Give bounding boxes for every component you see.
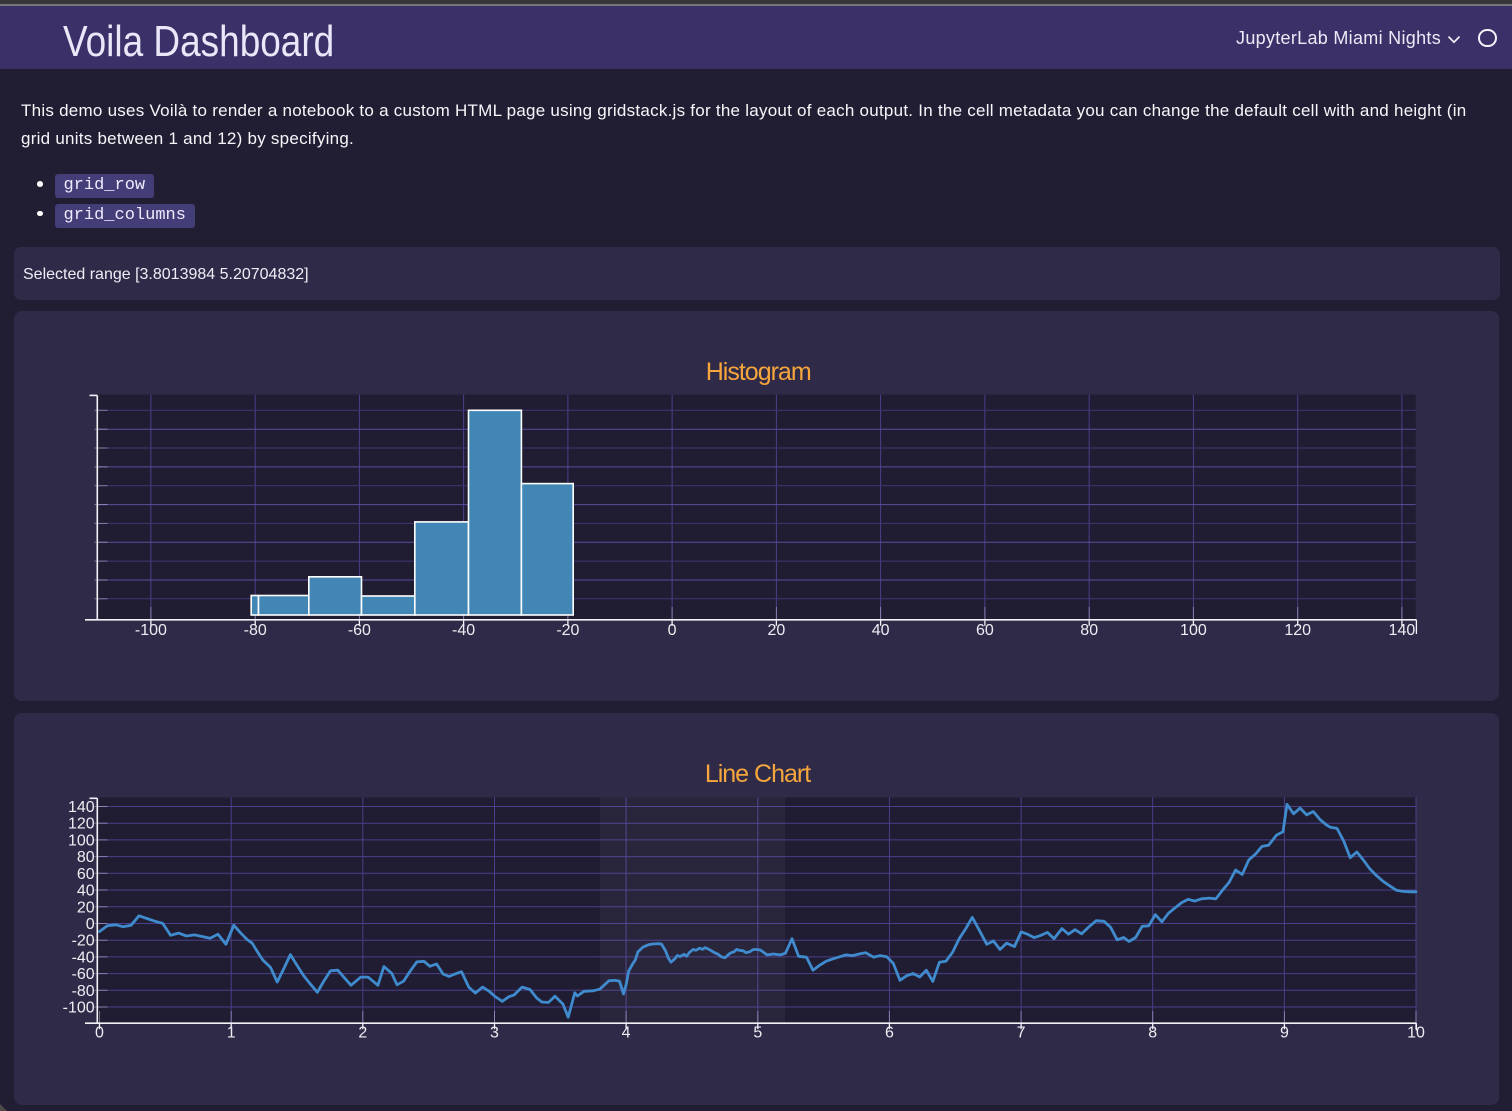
svg-text:8: 8 [1148,1025,1157,1042]
svg-text:-80: -80 [244,622,267,639]
svg-text:4: 4 [622,1025,631,1042]
svg-text:0: 0 [86,916,95,933]
svg-text:3: 3 [490,1025,499,1042]
svg-text:60: 60 [77,866,95,883]
svg-text:-100: -100 [135,622,167,639]
svg-text:-20: -20 [72,933,95,950]
svg-text:-60: -60 [72,966,95,983]
svg-text:6: 6 [885,1025,894,1042]
svg-text:-60: -60 [348,622,371,639]
svg-text:20: 20 [768,622,786,639]
svg-text:10: 10 [1407,1025,1425,1042]
svg-text:-40: -40 [452,622,475,639]
svg-text:120: 120 [1284,622,1311,639]
svg-text:0: 0 [95,1025,104,1042]
svg-text:-80: -80 [72,983,95,1000]
svg-text:-20: -20 [556,622,579,639]
svg-text:140: 140 [1389,622,1416,639]
svg-text:7: 7 [1017,1025,1026,1042]
svg-text:40: 40 [872,622,890,639]
svg-text:80: 80 [1080,622,1098,639]
svg-text:2: 2 [358,1025,367,1042]
svg-text:120: 120 [68,816,95,833]
svg-text:140: 140 [68,799,95,816]
svg-text:80: 80 [77,849,95,866]
svg-text:20: 20 [77,899,95,916]
svg-text:Histogram: Histogram [706,358,811,386]
svg-text:5: 5 [753,1025,762,1042]
svg-text:9: 9 [1280,1025,1289,1042]
svg-text:-40: -40 [72,949,95,966]
svg-text:0: 0 [668,622,677,639]
svg-text:-100: -100 [63,1000,95,1017]
svg-text:Line Chart: Line Chart [705,760,811,788]
svg-text:100: 100 [68,832,95,849]
svg-text:40: 40 [77,883,95,900]
svg-text:100: 100 [1180,622,1207,639]
svg-text:1: 1 [227,1025,236,1042]
svg-text:60: 60 [976,622,994,639]
